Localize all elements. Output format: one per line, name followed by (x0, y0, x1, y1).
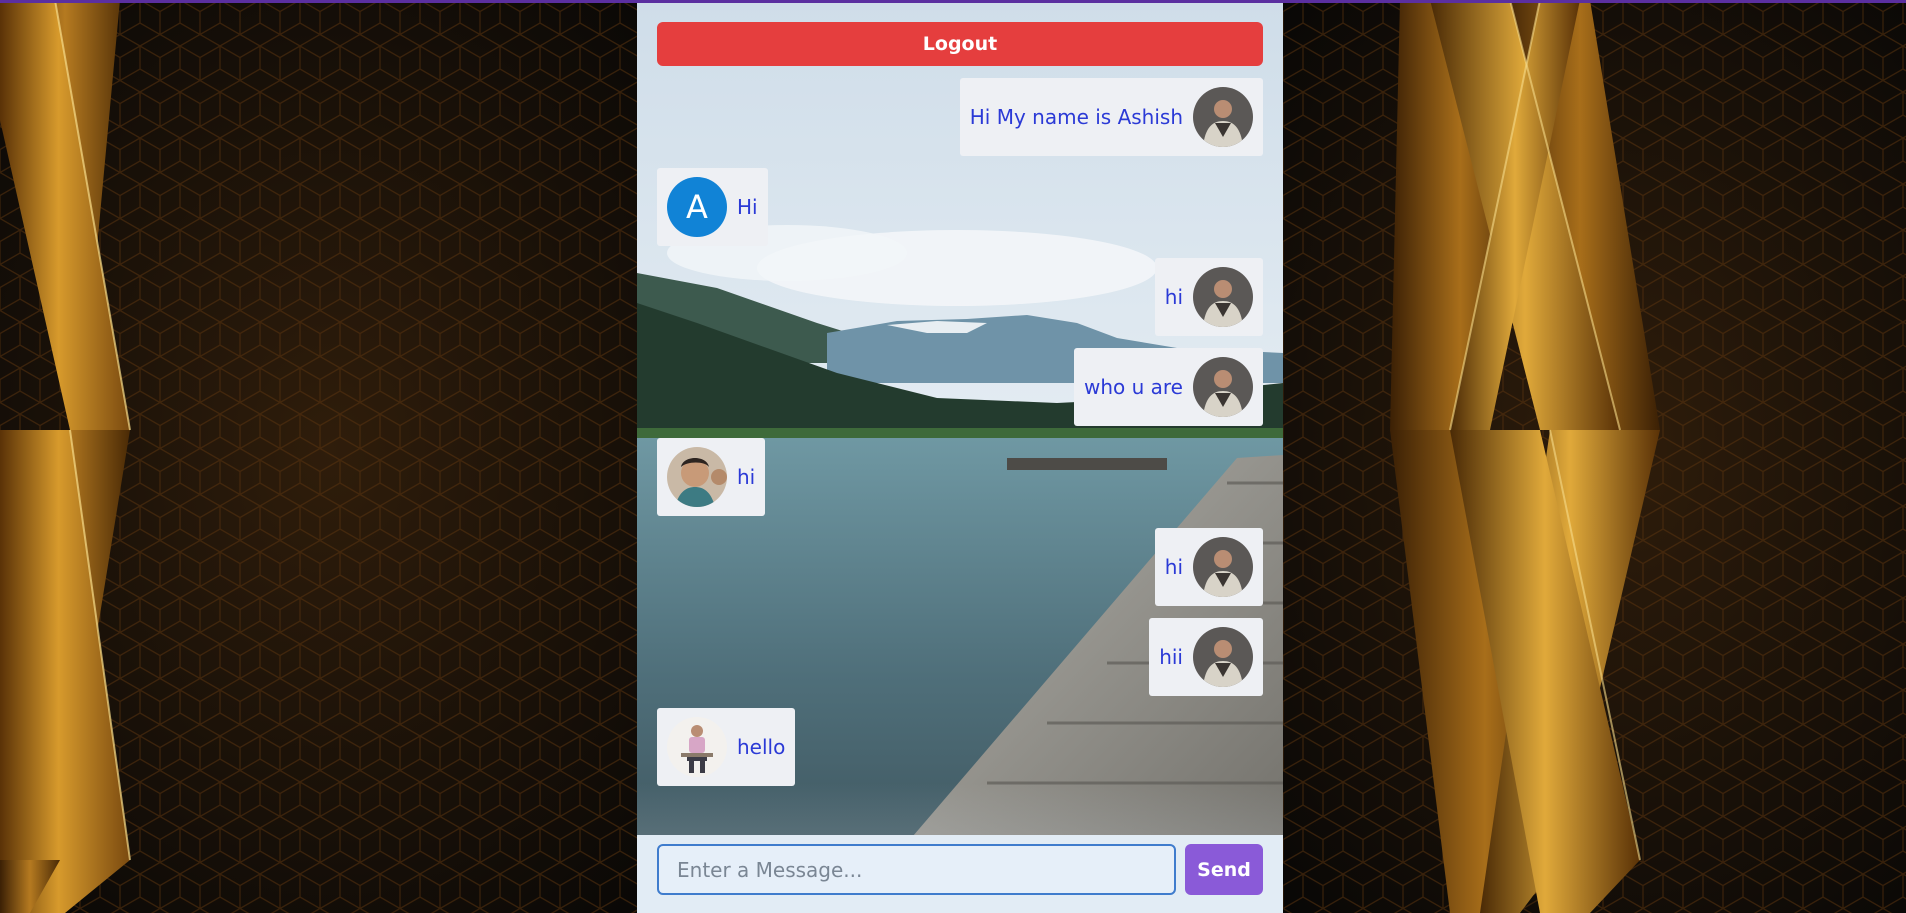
message-text: Hi (737, 195, 758, 219)
message-text: hi (737, 465, 756, 489)
photo-man-jacket-icon (1193, 537, 1253, 597)
message-composer: Send (637, 835, 1283, 913)
message-text: hi (1164, 555, 1183, 579)
chat-message: who u are (1073, 348, 1263, 426)
chat-panel: Logout Hi My name is Ashish A Hi hi who … (637, 3, 1283, 913)
message-text: hi (1164, 285, 1183, 309)
photo-man-jacket-icon (1193, 357, 1253, 417)
chat-message: hello (657, 708, 796, 786)
photo-man-jacket-icon (1193, 87, 1253, 147)
message-text: who u are (1083, 375, 1183, 399)
chat-message: hi (1154, 528, 1263, 606)
send-button[interactable]: Send (1185, 844, 1263, 895)
photo-man-sitting-icon (667, 717, 727, 777)
photo-man-face-icon (667, 447, 727, 507)
message-text: Hi My name is Ashish (969, 105, 1183, 129)
chat-message: Hi My name is Ashish (959, 78, 1263, 156)
message-text: hii (1159, 645, 1183, 669)
gold-ribbon-right (1390, 0, 1660, 913)
photo-man-jacket-icon (1193, 267, 1253, 327)
photo-man-jacket-icon (1193, 627, 1253, 687)
chat-message: hi (1154, 258, 1263, 336)
message-input[interactable] (657, 844, 1176, 895)
letter-avatar-icon: A (667, 177, 727, 237)
logout-button[interactable]: Logout (657, 22, 1263, 66)
chat-message: A Hi (657, 168, 768, 246)
chat-message: hii (1149, 618, 1263, 696)
message-text: hello (737, 735, 786, 759)
top-accent-line (0, 0, 1906, 3)
chat-message: hi (657, 438, 766, 516)
gold-ribbon-left (0, 0, 131, 913)
